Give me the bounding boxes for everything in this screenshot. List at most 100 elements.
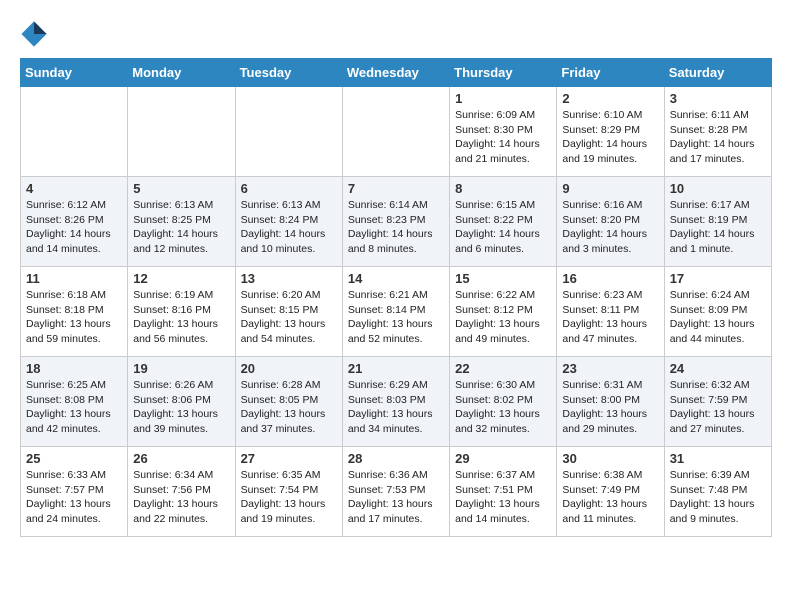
day-info: Sunrise: 6:24 AMSunset: 8:09 PMDaylight:…	[670, 288, 766, 347]
calendar-cell	[342, 87, 449, 177]
day-number: 20	[241, 361, 337, 376]
weekday-header-monday: Monday	[128, 59, 235, 87]
day-number: 22	[455, 361, 551, 376]
day-number: 25	[26, 451, 122, 466]
day-number: 29	[455, 451, 551, 466]
day-info: Sunrise: 6:26 AMSunset: 8:06 PMDaylight:…	[133, 378, 229, 437]
day-number: 18	[26, 361, 122, 376]
weekday-header-sunday: Sunday	[21, 59, 128, 87]
day-info: Sunrise: 6:36 AMSunset: 7:53 PMDaylight:…	[348, 468, 444, 527]
day-info: Sunrise: 6:17 AMSunset: 8:19 PMDaylight:…	[670, 198, 766, 257]
day-info: Sunrise: 6:39 AMSunset: 7:48 PMDaylight:…	[670, 468, 766, 527]
day-number: 6	[241, 181, 337, 196]
day-info: Sunrise: 6:28 AMSunset: 8:05 PMDaylight:…	[241, 378, 337, 437]
calendar-cell: 26 Sunrise: 6:34 AMSunset: 7:56 PMDayligh…	[128, 447, 235, 537]
calendar-cell	[21, 87, 128, 177]
calendar-cell: 24Sunrise: 6:32 AMSunset: 7:59 PMDayligh…	[664, 357, 771, 447]
calendar-cell: 28 Sunrise: 6:36 AMSunset: 7:53 PMDayligh…	[342, 447, 449, 537]
day-info: Sunrise: 6:14 AMSunset: 8:23 PMDaylight:…	[348, 198, 444, 257]
calendar-cell: 16 Sunrise: 6:23 AMSunset: 8:11 PMDayligh…	[557, 267, 664, 357]
day-number: 19	[133, 361, 229, 376]
day-info: Sunrise: 6:13 AMSunset: 8:24 PMDaylight:…	[241, 198, 337, 257]
day-number: 2	[562, 91, 658, 106]
weekday-header-friday: Friday	[557, 59, 664, 87]
day-info: Sunrise: 6:23 AMSunset: 8:11 PMDaylight:…	[562, 288, 658, 347]
weekday-header-wednesday: Wednesday	[342, 59, 449, 87]
day-number: 10	[670, 181, 766, 196]
day-info: Sunrise: 6:16 AMSunset: 8:20 PMDaylight:…	[562, 198, 658, 257]
calendar-cell	[128, 87, 235, 177]
day-info: Sunrise: 6:11 AMSunset: 8:28 PMDaylight:…	[670, 108, 766, 167]
day-number: 24	[670, 361, 766, 376]
day-number: 14	[348, 271, 444, 286]
day-number: 8	[455, 181, 551, 196]
day-info: Sunrise: 6:31 AMSunset: 8:00 PMDaylight:…	[562, 378, 658, 437]
day-info: Sunrise: 6:29 AMSunset: 8:03 PMDaylight:…	[348, 378, 444, 437]
page-header	[20, 20, 772, 48]
day-number: 15	[455, 271, 551, 286]
day-info: Sunrise: 6:35 AMSunset: 7:54 PMDaylight:…	[241, 468, 337, 527]
weekday-header-thursday: Thursday	[450, 59, 557, 87]
calendar-cell: 27 Sunrise: 6:35 AMSunset: 7:54 PMDayligh…	[235, 447, 342, 537]
calendar-cell: 15 Sunrise: 6:22 AMSunset: 8:12 PMDayligh…	[450, 267, 557, 357]
day-info: Sunrise: 6:38 AMSunset: 7:49 PMDaylight:…	[562, 468, 658, 527]
day-number: 26	[133, 451, 229, 466]
day-info: Sunrise: 6:30 AMSunset: 8:02 PMDaylight:…	[455, 378, 551, 437]
calendar-table: SundayMondayTuesdayWednesdayThursdayFrid…	[20, 58, 772, 537]
calendar-cell: 30 Sunrise: 6:38 AMSunset: 7:49 PMDayligh…	[557, 447, 664, 537]
day-number: 17	[670, 271, 766, 286]
day-info: Sunrise: 6:37 AMSunset: 7:51 PMDaylight:…	[455, 468, 551, 527]
calendar-cell: 19 Sunrise: 6:26 AMSunset: 8:06 PMDayligh…	[128, 357, 235, 447]
calendar-cell: 3 Sunrise: 6:11 AMSunset: 8:28 PMDaylight…	[664, 87, 771, 177]
calendar-cell: 18 Sunrise: 6:25 AMSunset: 8:08 PMDayligh…	[21, 357, 128, 447]
day-info: Sunrise: 6:22 AMSunset: 8:12 PMDaylight:…	[455, 288, 551, 347]
day-info: Sunrise: 6:15 AMSunset: 8:22 PMDaylight:…	[455, 198, 551, 257]
day-info: Sunrise: 6:25 AMSunset: 8:08 PMDaylight:…	[26, 378, 122, 437]
day-number: 30	[562, 451, 658, 466]
calendar-cell: 14 Sunrise: 6:21 AMSunset: 8:14 PMDayligh…	[342, 267, 449, 357]
calendar-cell: 1 Sunrise: 6:09 AMSunset: 8:30 PMDaylight…	[450, 87, 557, 177]
day-number: 28	[348, 451, 444, 466]
day-number: 11	[26, 271, 122, 286]
weekday-header-saturday: Saturday	[664, 59, 771, 87]
day-info: Sunrise: 6:18 AMSunset: 8:18 PMDaylight:…	[26, 288, 122, 347]
calendar-cell: 11 Sunrise: 6:18 AMSunset: 8:18 PMDayligh…	[21, 267, 128, 357]
day-number: 27	[241, 451, 337, 466]
calendar-cell: 10 Sunrise: 6:17 AMSunset: 8:19 PMDayligh…	[664, 177, 771, 267]
calendar-cell: 29 Sunrise: 6:37 AMSunset: 7:51 PMDayligh…	[450, 447, 557, 537]
day-number: 13	[241, 271, 337, 286]
calendar-cell: 6 Sunrise: 6:13 AMSunset: 8:24 PMDaylight…	[235, 177, 342, 267]
day-number: 23	[562, 361, 658, 376]
calendar-cell: 13 Sunrise: 6:20 AMSunset: 8:15 PMDayligh…	[235, 267, 342, 357]
day-number: 4	[26, 181, 122, 196]
day-number: 9	[562, 181, 658, 196]
weekday-header-tuesday: Tuesday	[235, 59, 342, 87]
calendar-cell: 20 Sunrise: 6:28 AMSunset: 8:05 PMDayligh…	[235, 357, 342, 447]
day-info: Sunrise: 6:12 AMSunset: 8:26 PMDaylight:…	[26, 198, 122, 257]
day-number: 3	[670, 91, 766, 106]
calendar-cell: 22 Sunrise: 6:30 AMSunset: 8:02 PMDayligh…	[450, 357, 557, 447]
calendar-cell: 2Sunrise: 6:10 AMSunset: 8:29 PMDaylight…	[557, 87, 664, 177]
day-number: 16	[562, 271, 658, 286]
calendar-cell: 21 Sunrise: 6:29 AMSunset: 8:03 PMDayligh…	[342, 357, 449, 447]
day-info: Sunrise: 6:20 AMSunset: 8:15 PMDaylight:…	[241, 288, 337, 347]
logo	[20, 20, 50, 48]
calendar-cell	[235, 87, 342, 177]
day-number: 21	[348, 361, 444, 376]
calendar-cell: 4 Sunrise: 6:12 AMSunset: 8:26 PMDaylight…	[21, 177, 128, 267]
day-info: Sunrise: 6:09 AMSunset: 8:30 PMDaylight:…	[455, 108, 551, 167]
day-info: Sunrise: 6:34 AMSunset: 7:56 PMDaylight:…	[133, 468, 229, 527]
day-info: Sunrise: 6:21 AMSunset: 8:14 PMDaylight:…	[348, 288, 444, 347]
day-info: Sunrise: 6:13 AMSunset: 8:25 PMDaylight:…	[133, 198, 229, 257]
day-number: 12	[133, 271, 229, 286]
day-number: 1	[455, 91, 551, 106]
day-info: Sunrise: 6:33 AMSunset: 7:57 PMDaylight:…	[26, 468, 122, 527]
day-number: 31	[670, 451, 766, 466]
calendar-cell: 5 Sunrise: 6:13 AMSunset: 8:25 PMDaylight…	[128, 177, 235, 267]
day-number: 5	[133, 181, 229, 196]
calendar-cell: 25 Sunrise: 6:33 AMSunset: 7:57 PMDayligh…	[21, 447, 128, 537]
day-info: Sunrise: 6:19 AMSunset: 8:16 PMDaylight:…	[133, 288, 229, 347]
calendar-cell: 31 Sunrise: 6:39 AMSunset: 7:48 PMDayligh…	[664, 447, 771, 537]
calendar-cell: 8 Sunrise: 6:15 AMSunset: 8:22 PMDaylight…	[450, 177, 557, 267]
calendar-cell: 7Sunrise: 6:14 AMSunset: 8:23 PMDaylight…	[342, 177, 449, 267]
